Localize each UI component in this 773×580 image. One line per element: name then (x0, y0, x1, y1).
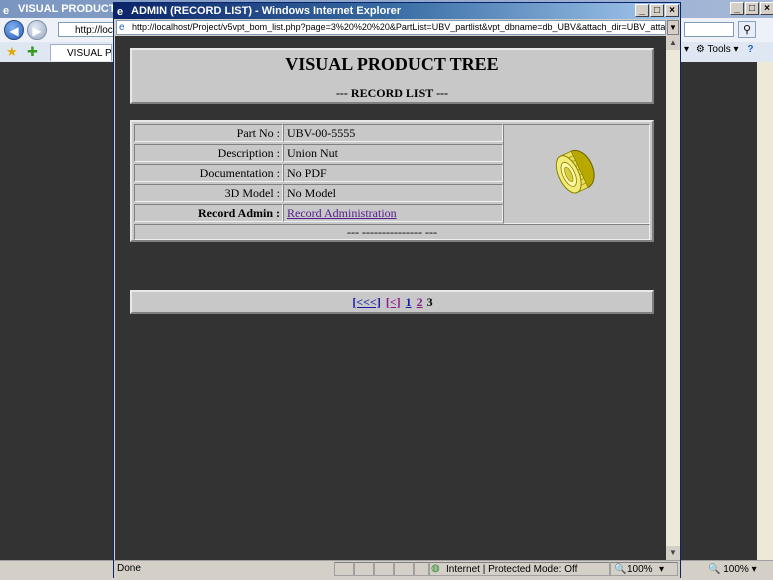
page-1-link[interactable]: 1 (406, 295, 412, 309)
ie-icon: e (117, 6, 124, 18)
background-address-bar[interactable]: http://loc (58, 22, 114, 37)
record-footer: --- --------------- --- (134, 224, 650, 240)
favorites-star-icon[interactable]: ★ (6, 44, 18, 60)
description-value: Union Nut (283, 144, 503, 162)
tools-gear-icon: ⚙ (695, 44, 705, 55)
tools-menu[interactable]: Tools (707, 44, 730, 55)
record-administration-link[interactable]: Record Administration (287, 206, 397, 220)
page-title: VISUAL PRODUCT TREE (285, 54, 499, 74)
page-subtitle: --- RECORD LIST --- (335, 86, 449, 100)
maximize-button[interactable]: □ (650, 4, 664, 17)
scroll-up-arrow-icon[interactable]: ▲ (666, 36, 680, 50)
security-zone[interactable]: ◍ Internet | Protected Mode: Off (429, 562, 610, 576)
documentation-label: Documentation : (134, 164, 283, 182)
page-2-link[interactable]: 2 (417, 295, 423, 309)
3d-model-value: No Model (283, 184, 503, 202)
current-page: 3 (426, 295, 433, 309)
part-no-value: UBV-00-5555 (283, 124, 503, 142)
help-icon[interactable]: ? (747, 44, 753, 55)
page-menu-arrow-icon[interactable]: ▾ (684, 44, 689, 55)
documentation-value: No PDF (283, 164, 503, 182)
description-label: Description : (134, 144, 283, 162)
popup-title-bar[interactable]: e ADMIN (RECORD LIST) - Windows Internet… (114, 3, 680, 19)
part-image-cell (503, 124, 650, 224)
record-table: Part No : UBV-00-5555 Description : Unio… (130, 120, 654, 242)
popup-status-bar: Done ◍ Internet | Protected Mode: Off 🔍 … (114, 560, 680, 578)
zoom-control[interactable]: 🔍 100% ▾ (610, 562, 678, 576)
maximize-button[interactable]: □ (745, 2, 759, 15)
pager-panel: [<<<] [<] 1 2 3 (130, 290, 654, 314)
zoom-dropdown-icon: ▾ (659, 564, 665, 575)
globe-icon: ◍ (431, 563, 440, 574)
close-button[interactable]: × (665, 4, 679, 17)
union-nut-image[interactable] (504, 125, 649, 223)
popup-browser-window: e ADMIN (RECORD LIST) - Windows Internet… (113, 2, 681, 578)
back-button[interactable]: ◀ (4, 20, 24, 40)
header-panel: VISUAL PRODUCT TREE --- RECORD LIST --- (130, 48, 654, 104)
address-dropdown-icon[interactable]: ▼ (667, 20, 679, 35)
minimize-button[interactable]: _ (635, 4, 649, 17)
popup-window-title: ADMIN (RECORD LIST) - Windows Internet E… (131, 5, 402, 17)
zoom-icon: 🔍 (614, 564, 627, 575)
minimize-button[interactable]: _ (730, 2, 744, 15)
add-favorites-icon[interactable]: ✚ (27, 44, 38, 60)
first-page-link[interactable]: [<<<] (352, 295, 381, 309)
page-viewport: VISUAL PRODUCT TREE --- RECORD LIST --- … (115, 36, 666, 560)
popup-address-bar[interactable]: e http://localhost/Project/v5vpt_bom_lis… (116, 20, 666, 35)
tools-dropdown-icon: ▾ (733, 44, 739, 55)
3d-model-label: 3D Model : (134, 184, 283, 202)
status-text: Done (117, 563, 141, 574)
search-icon[interactable]: ⚲ (738, 21, 756, 38)
background-zoom[interactable]: 🔍 100% ▾ (708, 564, 757, 575)
previous-page-link[interactable]: [<] (386, 295, 401, 309)
forward-button[interactable]: ▶ (27, 20, 47, 40)
background-tab[interactable]: VISUAL PRO (50, 44, 112, 61)
record-admin-label: Record Admin : (134, 204, 283, 222)
popup-vertical-scrollbar[interactable]: ▲ ▼ (666, 36, 680, 560)
part-no-label: Part No : (134, 124, 283, 142)
page-icon: e (119, 22, 125, 33)
background-search-input[interactable] (684, 22, 734, 37)
background-scrollbar[interactable] (757, 62, 773, 560)
popup-address-bar-container: e http://localhost/Project/v5vpt_bom_lis… (114, 19, 680, 36)
pager: [<<<] [<] 1 2 3 (132, 295, 652, 310)
close-button[interactable]: × (760, 2, 773, 15)
background-toolbar-right: ▾ ⚙ Tools ▾ ? (684, 44, 753, 55)
scroll-down-arrow-icon[interactable]: ▼ (666, 546, 680, 560)
record-admin-cell: Record Administration (283, 204, 503, 222)
